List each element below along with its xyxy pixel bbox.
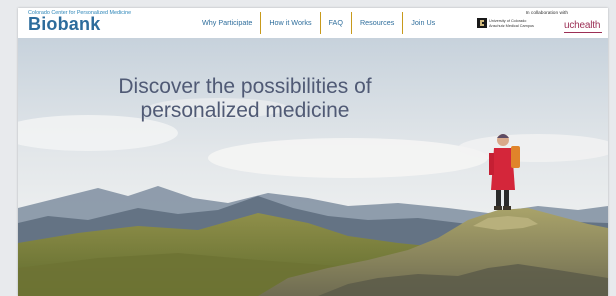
- page: Colorado Center for Personalized Medicin…: [18, 8, 608, 296]
- nav-faq[interactable]: FAQ: [321, 12, 351, 34]
- cu-logo-icon[interactable]: [477, 18, 487, 28]
- cu-line-2: Anschutz Medical Campus: [489, 23, 534, 28]
- hero-headline-line-2: personalized medicine: [140, 99, 350, 122]
- nav-resources[interactable]: Resources: [352, 12, 402, 34]
- cu-anschutz-logo[interactable]: University of Colorado Anschutz Medical …: [489, 19, 549, 28]
- collaboration-label: In collaboration with: [525, 11, 568, 16]
- hero-headline: Discover the possibilities of personaliz…: [18, 75, 472, 123]
- hero-banner: Discover the possibilities of personaliz…: [18, 38, 608, 296]
- main-nav: Why Participate How it Works FAQ Resourc…: [194, 12, 443, 34]
- hero-headline-line-1: Discover the possibilities of: [118, 75, 372, 98]
- nav-why-participate[interactable]: Why Participate: [194, 12, 260, 34]
- nav-how-it-works[interactable]: How it Works: [261, 12, 319, 34]
- uchealth-logo[interactable]: uchealth: [564, 20, 600, 31]
- nav-join-us[interactable]: Join Us: [403, 12, 443, 34]
- site-header: Colorado Center for Personalized Medicin…: [18, 8, 608, 38]
- uchealth-underline: [564, 32, 602, 33]
- brand-logo[interactable]: Biobank: [28, 14, 100, 35]
